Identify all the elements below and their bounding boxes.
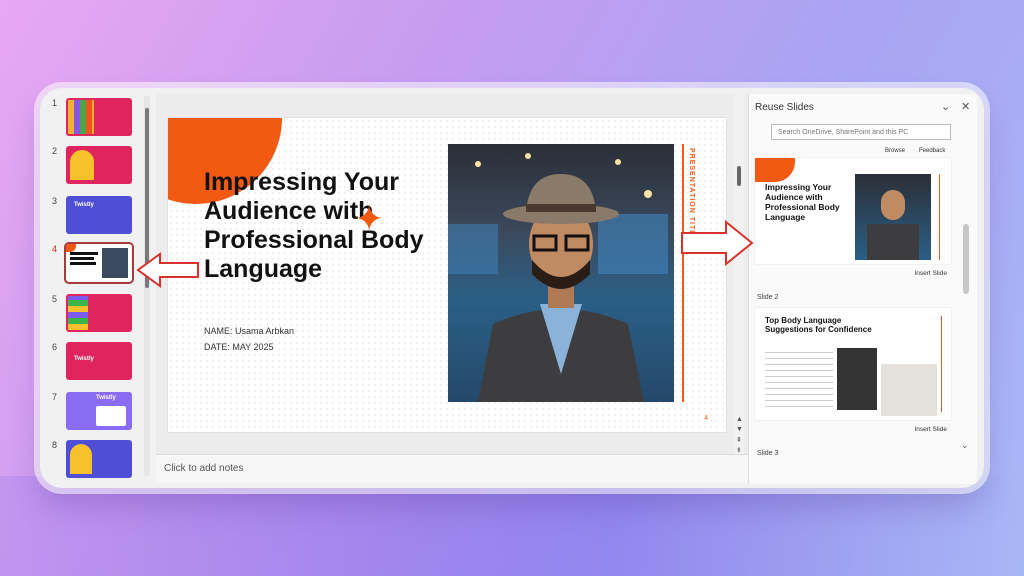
next-slide-icon[interactable]: ⇟	[736, 446, 742, 454]
thumbnail-image-selected	[64, 242, 134, 284]
reuse-slide-1[interactable]: Impressing Your Audience with Profession…	[755, 158, 951, 264]
current-slide[interactable]: Impressing Your Audience with Profession…	[168, 118, 726, 432]
notes-placeholder: Click to add notes	[164, 463, 244, 474]
reuse-slide-2[interactable]: Top Body Language Suggestions for Confid…	[755, 308, 951, 420]
thumbnail-number: 8	[52, 440, 58, 450]
insert-slide-button[interactable]: Insert Slide	[914, 270, 947, 277]
thumbnail-6[interactable]: 6 Twistly	[48, 342, 148, 382]
insert-slide-button[interactable]: Insert Slide	[914, 426, 947, 433]
thumbnail-image	[66, 146, 132, 184]
slide-title[interactable]: Impressing Your Audience with Profession…	[204, 168, 454, 284]
search-input[interactable]: Search OneDrive, SharePoint and this PC	[771, 124, 951, 140]
panel-scrollbar-thumb[interactable]	[963, 224, 969, 294]
thumbnail-7[interactable]: 7 Twistly	[48, 392, 148, 432]
thumbnail-2[interactable]: 2	[48, 146, 148, 186]
thumbnail-title: Twistly	[74, 356, 94, 362]
name-line[interactable]: NAME: Usama Arbkan	[204, 326, 294, 336]
right-arrow-annotation	[681, 220, 754, 266]
star-icon: ✦	[354, 198, 385, 239]
chevron-down-icon[interactable]: ⌄	[961, 440, 969, 451]
thumbnail-3[interactable]: 3 Twistly	[48, 196, 148, 236]
reuse-slides-panel: Reuse Slides ⌄ ✕ Search OneDrive, ShareP…	[748, 94, 977, 484]
thumbnail-image: Twistly	[66, 342, 132, 380]
browse-link[interactable]: Browse	[885, 148, 905, 154]
editor-scrollbar[interactable]: ▲ ▼ ⇞ ⇟	[734, 94, 744, 454]
notes-pane[interactable]: Click to add notes	[156, 454, 748, 483]
date-line[interactable]: DATE: MAY 2025	[204, 342, 274, 352]
thumbnail-image	[66, 98, 132, 136]
thumbnail-number: 4	[52, 244, 58, 254]
accent-line	[939, 174, 940, 260]
photo-room	[881, 364, 937, 416]
thumbnail-5[interactable]: 5	[48, 294, 148, 334]
scroll-down-icon[interactable]: ▼	[736, 426, 743, 433]
photo-bw	[837, 348, 877, 410]
panel-title: Reuse Slides	[755, 102, 814, 113]
speaker-photo[interactable]	[448, 144, 674, 402]
reuse-slide-title: Top Body Language Suggestions for Confid…	[765, 316, 872, 334]
slide-label: Slide 2	[757, 294, 779, 301]
thumbnail-number: 6	[52, 342, 58, 352]
thumbnail-image: Twistly	[66, 392, 132, 430]
slide-page-number: 4	[704, 415, 708, 422]
thumbnail-image: Twistly	[66, 196, 132, 234]
scrollbar-thumb[interactable]	[737, 166, 741, 186]
prev-slide-icon[interactable]: ⇞	[736, 436, 742, 444]
thumbnail-number: 1	[52, 98, 58, 108]
thumbnail-title: Twistly	[74, 202, 94, 208]
thumbnail-number: 5	[52, 294, 58, 304]
chevron-down-icon[interactable]: ⌄	[941, 100, 950, 113]
orange-shape	[755, 158, 795, 182]
bullet-list	[765, 352, 833, 412]
thumbnail-number: 7	[52, 392, 58, 402]
accent-line	[941, 316, 942, 412]
thumbnail-1[interactable]: 1	[48, 98, 148, 138]
speaker-photo	[855, 174, 931, 260]
feedback-link[interactable]: Feedback	[919, 148, 945, 154]
slide-label: Slide 3	[757, 450, 779, 457]
thumbnail-image	[66, 294, 132, 332]
left-arrow-annotation	[136, 252, 199, 288]
scroll-up-icon[interactable]: ▲	[736, 416, 743, 423]
reuse-slide-title: Impressing Your Audience with Profession…	[765, 182, 840, 222]
accent-line	[682, 144, 684, 402]
thumbnail-4[interactable]: 4	[48, 242, 148, 284]
background-band	[0, 476, 1024, 576]
slide-editor: Impressing Your Audience with Profession…	[156, 94, 748, 454]
powerpoint-window: 1 2 3 Twistly 4 5 6 Twistly 7 Twistly 8 …	[40, 88, 984, 488]
thumbnail-number: 2	[52, 146, 58, 156]
thumbnail-number: 3	[52, 196, 58, 206]
thumbnail-8[interactable]: 8	[48, 440, 148, 480]
thumbnail-title: Twistly	[96, 395, 116, 401]
thumbnail-image	[66, 440, 132, 478]
close-icon[interactable]: ✕	[961, 100, 970, 113]
